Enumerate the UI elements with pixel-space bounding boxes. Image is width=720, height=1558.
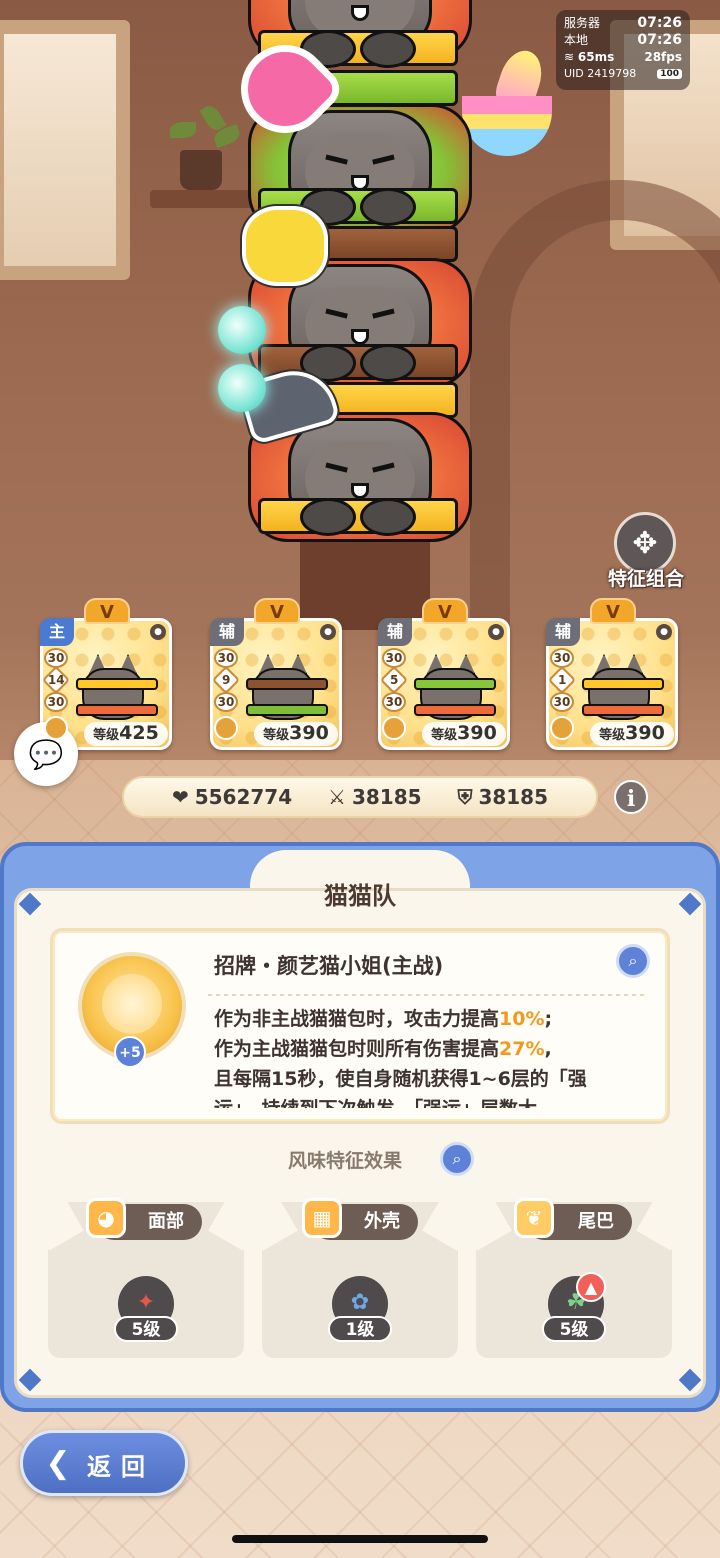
chat-bubble-icon: 💬: [28, 737, 64, 771]
local-time: 07:26: [637, 31, 682, 48]
chip-list: 30 1 30: [547, 648, 577, 714]
local-label: 本地: [564, 33, 589, 47]
defense-stat: ⛨ 38185: [457, 785, 548, 809]
back-label: 返回: [87, 1453, 155, 1481]
paw-icon: [382, 716, 406, 740]
card-level: 等级 390: [422, 722, 506, 746]
cat-portrait: [580, 654, 666, 730]
plant-leaf: [170, 122, 196, 138]
battery-icon: 100: [657, 68, 682, 79]
skill-description[interactable]: 作为非主战猫猫包时，攻击力提高10%; 作为主战猫猫包时则所有伤害提高27%, …: [214, 1004, 648, 1108]
crossed-swords-icon: ⚔: [328, 785, 346, 809]
info-icon: i: [626, 786, 636, 812]
flavor-section-title: 风味特征效果: [288, 1150, 403, 1172]
paw-icon: [44, 716, 68, 740]
rank-badge: V: [590, 598, 636, 624]
wifi-icon: ≋: [564, 49, 575, 64]
flower-sticker: [246, 210, 324, 282]
shield-icon: ⛨: [457, 785, 473, 809]
rank-badge: V: [84, 598, 130, 624]
back-arrow-icon: ❮: [45, 1446, 71, 1481]
panel-title: 猫猫队: [324, 882, 396, 910]
role-badge: 主: [40, 618, 74, 646]
home-indicator[interactable]: [232, 1535, 488, 1543]
fps-value: 28fps: [644, 49, 682, 64]
back-button[interactable]: ❮ 返回: [20, 1430, 188, 1496]
cat-portrait: [412, 654, 498, 730]
chip-level: 1: [547, 665, 577, 695]
trait-level-face: 5级: [114, 1316, 178, 1342]
potted-plant: [180, 150, 222, 190]
team-card-sub-1[interactable]: V 辅 ● 30 9 30 等级 390: [210, 598, 342, 750]
team-stats-bar: ❤ 5562774 ⚔ 38185 ⛨ 38185: [122, 776, 598, 818]
attack-value: 38185: [351, 785, 422, 809]
attack-stat: ⚔ 38185: [328, 785, 422, 809]
uid-text: UID 2419798: [564, 67, 637, 80]
paw-icon: [550, 716, 574, 740]
trait-level-tail: 5级: [542, 1316, 606, 1342]
cat-portrait: [244, 654, 330, 730]
magnifier-icon: ⌕: [628, 951, 638, 970]
thumbs-up-icon: ▲: [576, 1272, 606, 1302]
role-badge: 辅: [546, 618, 580, 646]
server-label: 服务器: [564, 16, 601, 30]
chip-level: 5: [379, 665, 409, 695]
glow-orb: [218, 306, 266, 354]
chip-level: 14: [41, 665, 71, 695]
chip-list: 30 14 30: [41, 648, 71, 714]
card-level: 等级 425: [84, 722, 168, 746]
paw-icon: [214, 716, 238, 740]
chip-level: 30: [44, 692, 68, 712]
glow-orb: [218, 364, 266, 412]
flavor-zoom-button[interactable]: ⌕: [440, 1142, 474, 1176]
server-time: 07:26: [637, 14, 682, 31]
chip-level: 30: [214, 648, 238, 668]
hp-value: 5562774: [194, 785, 293, 809]
trait-level-shell: 1级: [328, 1316, 392, 1342]
team-card-main[interactable]: V 主 ● 30 14 30 等级 425: [40, 598, 172, 750]
card-level: 等级 390: [254, 722, 338, 746]
chip-list: 30 9 30: [211, 648, 241, 714]
skill-name: 招牌・颜艺猫小姐(主战): [214, 954, 444, 978]
shell-icon: ▦: [302, 1198, 342, 1238]
lock-icon: ●: [488, 624, 504, 640]
chip-level: 9: [211, 665, 241, 695]
trait-combo-label: 特征组合: [607, 568, 684, 590]
hp-stat: ❤ 5562774: [172, 785, 292, 809]
lock-icon: ●: [150, 624, 166, 640]
role-badge: 辅: [378, 618, 412, 646]
magnifier-icon: ⌕: [452, 1149, 462, 1168]
team-card-sub-3[interactable]: V 辅 ● 30 1 30 等级 390: [546, 598, 678, 750]
cat-paws: [300, 498, 420, 538]
divider: [208, 994, 648, 996]
chip-level: 30: [550, 648, 574, 668]
chip-level: 30: [550, 692, 574, 712]
ping-value: 65ms: [577, 49, 615, 64]
chip-list: 30 5 30: [379, 648, 409, 714]
info-button[interactable]: i: [614, 780, 648, 814]
skill-plus-badge: +5: [114, 1036, 146, 1068]
left-window: [0, 20, 130, 280]
chip-level: 30: [44, 648, 68, 668]
cat-portrait: [74, 654, 160, 730]
heart-icon: ❤: [171, 785, 189, 809]
defense-value: 38185: [478, 785, 549, 809]
card-level: 等级 390: [590, 722, 674, 746]
role-badge: 辅: [210, 618, 244, 646]
lock-icon: ●: [656, 624, 672, 640]
chip-level: 30: [214, 692, 238, 712]
chip-level: 30: [382, 692, 406, 712]
chip-level: 30: [382, 648, 406, 668]
cat-face-icon: ◕: [86, 1198, 126, 1238]
rank-badge: V: [422, 598, 468, 624]
skill-zoom-button[interactable]: ⌕: [616, 944, 650, 978]
trait-combo-button[interactable]: ✥ 特征组合: [608, 512, 684, 592]
lock-icon: ●: [320, 624, 336, 640]
team-card-sub-2[interactable]: V 辅 ● 30 5 30 等级 390: [378, 598, 510, 750]
network-hud: 服务器 07:26 本地 07:26 ≋ 65ms 28fps UID 2419798…: [556, 10, 690, 90]
cat-paws: [300, 344, 420, 384]
rank-badge: V: [254, 598, 300, 624]
tail-icon: ❦: [514, 1198, 554, 1238]
